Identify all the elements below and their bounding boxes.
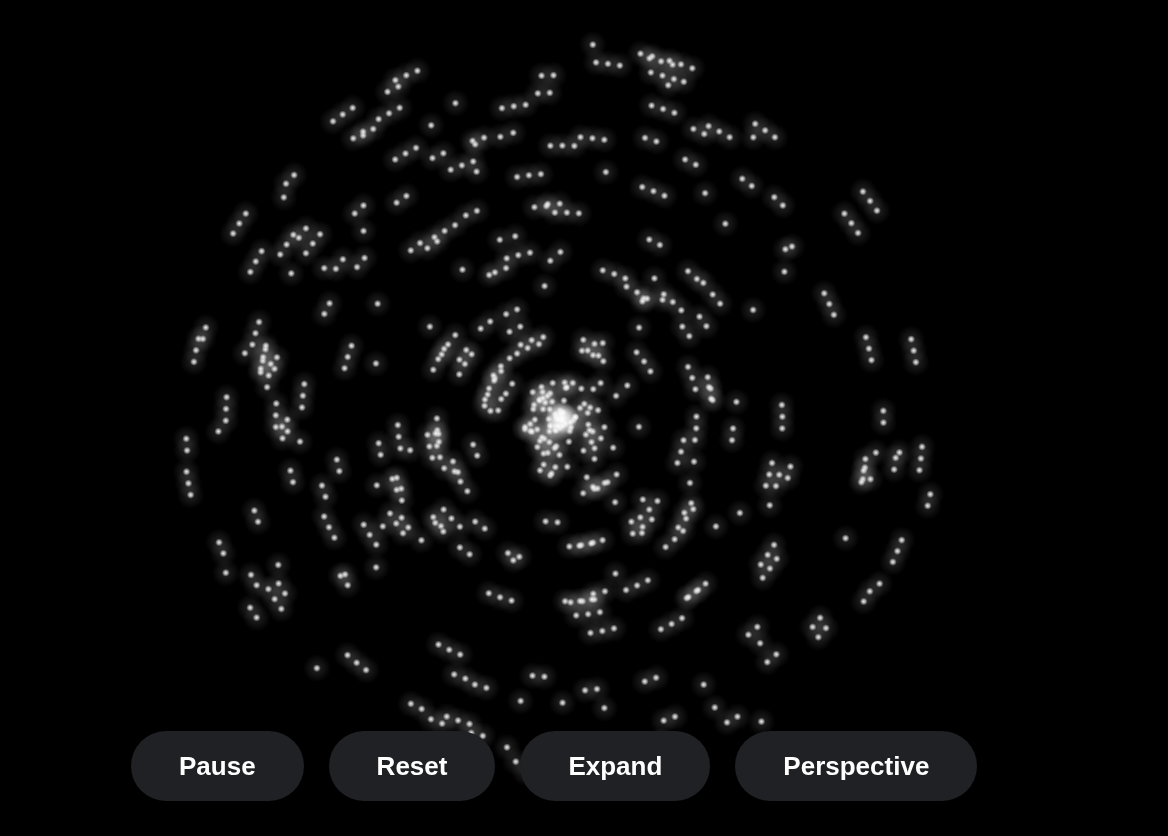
control-button[interactable]: Reset xyxy=(329,731,496,801)
controls: Pause Reset Expand Perspective xyxy=(131,731,977,801)
control-button[interactable]: Pause xyxy=(131,731,304,801)
control-button[interactable]: Expand xyxy=(520,731,710,801)
particle-field[interactable] xyxy=(0,0,1168,836)
stage: Pause Reset Expand Perspective xyxy=(0,0,1168,836)
control-button[interactable]: Perspective xyxy=(735,731,977,801)
